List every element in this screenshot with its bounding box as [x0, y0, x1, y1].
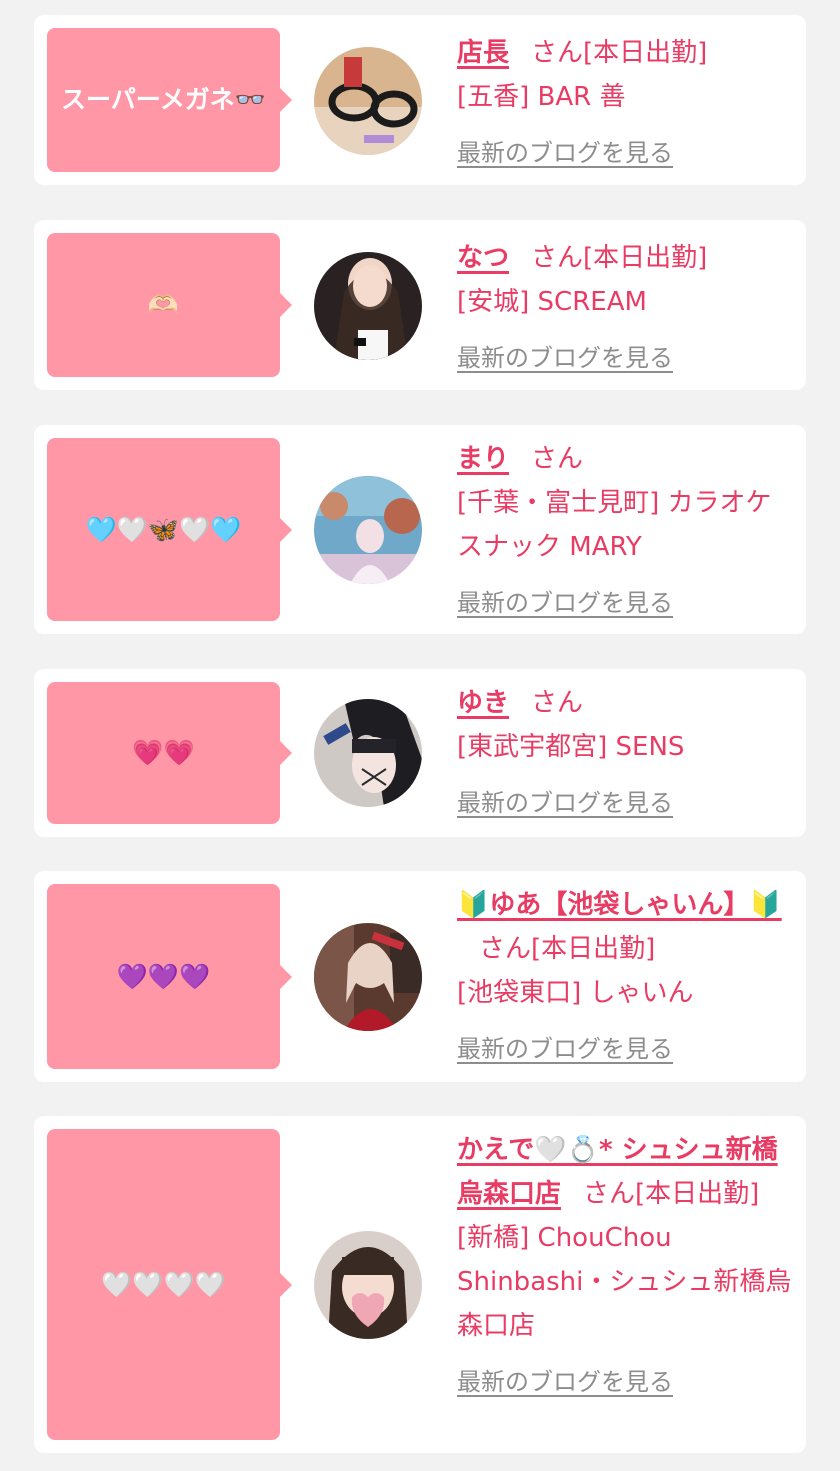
cast-card: 🩵🤍🦋🤍🩵 まり さん [千葉・富士見町] カラオケスナック MARY 最新のブロ…: [34, 425, 806, 634]
honorific: さん: [479, 934, 532, 964]
cast-info: ゆき さん [東武宇都宮] SENS 最新のブログを見る: [457, 681, 795, 825]
cast-card: 💗💗 ゆき さん [東武宇都宮] SENS 最新のブログを見る: [34, 669, 806, 837]
avatar[interactable]: [314, 699, 422, 807]
honorific: さん: [531, 38, 584, 68]
latest-blog-link[interactable]: 最新のブログを見る: [457, 1027, 673, 1071]
avatar[interactable]: [314, 476, 422, 584]
avatar[interactable]: [314, 252, 422, 360]
comment-text: スーパーメガネ👓: [61, 85, 266, 114]
comment-bubble: 🤍🤍🤍🤍: [47, 1129, 292, 1440]
avatar[interactable]: [314, 47, 422, 155]
shop-text: [五香] BAR 善: [457, 82, 626, 112]
shop-text: [池袋東口] しゃいん: [457, 978, 694, 1008]
cast-name-link[interactable]: ゆき: [457, 688, 509, 718]
comment-text: 🤍🤍🤍🤍: [101, 1269, 226, 1299]
shop-text: [東武宇都宮] SENS: [457, 732, 685, 762]
latest-blog-link[interactable]: 最新のブログを見る: [457, 336, 673, 380]
cast-info: かえで🤍💍* シュシュ新橋烏森口店 さん[本日出勤] [新橋] ChouChou …: [457, 1128, 795, 1404]
status-text: [本日出勤]: [635, 1179, 760, 1209]
comment-text: 🩵🤍🦋🤍🩵: [85, 514, 242, 544]
comment-text: 💜💜💜: [116, 961, 211, 991]
honorific: さん: [531, 243, 584, 273]
shop-text: [千葉・富士見町] カラオケスナック MARY: [457, 488, 772, 562]
avatar[interactable]: [314, 1231, 422, 1339]
status-text: [本日出勤]: [583, 38, 708, 68]
comment-bubble: 🩵🤍🦋🤍🩵: [47, 438, 292, 621]
latest-blog-link[interactable]: 最新のブログを見る: [457, 581, 673, 625]
status-text: [本日出勤]: [583, 243, 708, 273]
cast-card: 🫶🏻 なつ さん[本日出勤] [安城] SCREAM 最新のブログを見る: [34, 220, 806, 390]
comment-bubble: 💜💜💜: [47, 884, 292, 1069]
cast-card: 💜💜💜 🔰ゆあ【池袋しゃいん】🔰 さん[本日出勤] [池袋東口] しゃいん 最新の…: [34, 871, 806, 1082]
cast-info: 店長 さん[本日出勤] [五香] BAR 善 最新のブログを見る: [457, 31, 795, 175]
comment-bubble: 💗💗: [47, 682, 292, 824]
avatar[interactable]: [314, 923, 422, 1031]
comment-bubble: 🫶🏻: [47, 233, 292, 377]
cast-card: 🤍🤍🤍🤍 かえで🤍💍* シュシュ新橋烏森口店 さん[本日出勤] [新橋] Chou…: [34, 1116, 806, 1453]
shop-text: [新橋] ChouChou Shinbashi・シュシュ新橋烏森口店: [457, 1223, 792, 1341]
cast-name-link[interactable]: 店長: [457, 38, 509, 68]
honorific: さん: [531, 688, 584, 718]
cast-name-link[interactable]: なつ: [457, 243, 509, 273]
honorific: さん: [583, 1179, 636, 1209]
cast-info: 🔰ゆあ【池袋しゃいん】🔰 さん[本日出勤] [池袋東口] しゃいん 最新のブログを…: [457, 883, 795, 1071]
latest-blog-link[interactable]: 最新のブログを見る: [457, 781, 673, 825]
honorific: さん: [531, 444, 584, 474]
shop-text: [安城] SCREAM: [457, 287, 647, 317]
status-text: [本日出勤]: [531, 934, 656, 964]
cast-name-link[interactable]: まり: [457, 444, 509, 474]
comment-bubble: スーパーメガネ👓: [47, 28, 292, 172]
comment-text: 🫶🏻: [147, 290, 180, 319]
cast-card: スーパーメガネ👓 店長 さん[本日出勤] [五香] BAR 善 最新のブログを見る: [34, 15, 806, 185]
cast-info: まり さん [千葉・富士見町] カラオケスナック MARY 最新のブログを見る: [457, 437, 795, 625]
cast-info: なつ さん[本日出勤] [安城] SCREAM 最新のブログを見る: [457, 236, 795, 380]
comment-text: 💗💗: [132, 738, 195, 767]
latest-blog-link[interactable]: 最新のブログを見る: [457, 131, 673, 175]
cast-name-link[interactable]: 🔰ゆあ【池袋しゃいん】🔰: [457, 890, 782, 920]
latest-blog-link[interactable]: 最新のブログを見る: [457, 1360, 673, 1404]
